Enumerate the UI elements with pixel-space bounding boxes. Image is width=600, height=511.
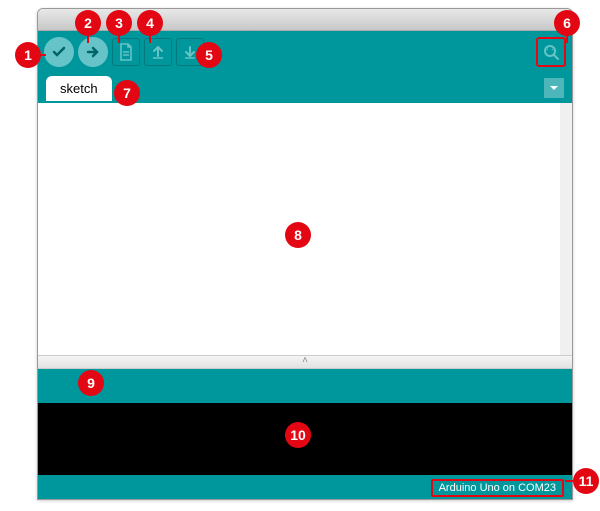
callout-2: 2 [75, 10, 101, 36]
verify-button[interactable] [44, 37, 74, 67]
pane-divider[interactable] [38, 355, 572, 369]
callout-line [149, 35, 151, 43]
callout-line [87, 35, 89, 43]
footer: Arduino Uno on COM23 [38, 475, 572, 500]
new-button[interactable] [112, 38, 140, 66]
tab-sketch[interactable]: sketch [46, 76, 112, 101]
callout-3: 3 [106, 10, 132, 36]
editor-scrollbar[interactable] [560, 103, 572, 355]
callout-11: 11 [573, 468, 599, 494]
file-icon [118, 43, 134, 61]
callout-5: 5 [196, 42, 222, 68]
arrow-up-icon [150, 43, 166, 61]
callout-8: 8 [285, 222, 311, 248]
toolbar-left [44, 37, 204, 67]
callout-line [566, 35, 568, 43]
triangle-down-icon [549, 83, 559, 93]
check-icon [51, 44, 67, 60]
magnifier-icon [542, 43, 560, 61]
callout-1: 1 [15, 42, 41, 68]
callout-line [118, 35, 120, 43]
callout-7: 7 [114, 80, 140, 106]
callout-6: 6 [554, 10, 580, 36]
tab-label: sketch [60, 81, 98, 96]
tab-menu-button[interactable] [544, 78, 564, 98]
callout-9: 9 [78, 370, 104, 396]
arrow-right-icon [85, 44, 101, 60]
callout-4: 4 [137, 10, 163, 36]
status-bar [38, 369, 572, 403]
upload-button[interactable] [78, 37, 108, 67]
serial-monitor-button[interactable] [536, 37, 566, 67]
callout-10: 10 [285, 422, 311, 448]
board-port-info: Arduino Uno on COM23 [431, 479, 564, 497]
